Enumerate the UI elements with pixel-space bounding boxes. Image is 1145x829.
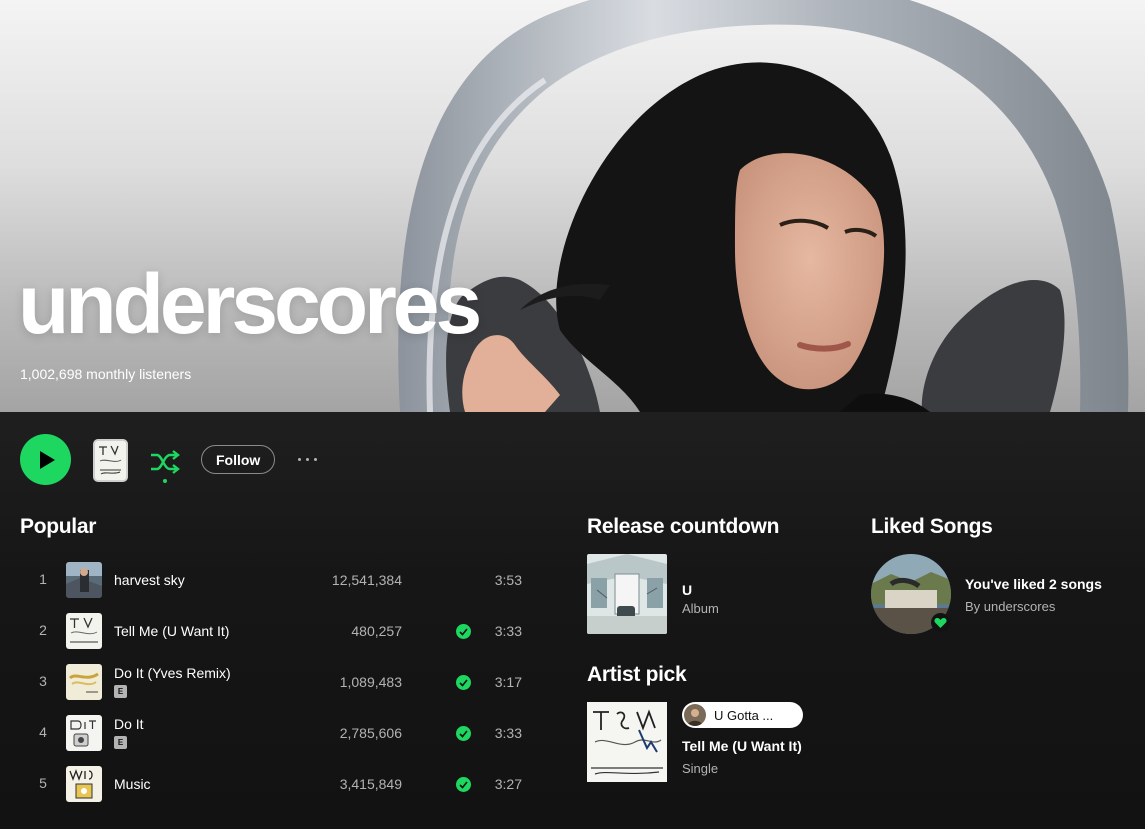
track-row[interactable]: 1 harvest sky 12,541,384 3:53 xyxy=(20,555,540,606)
track-number: 5 xyxy=(39,775,47,791)
release-type: Album xyxy=(682,601,719,616)
track-duration: 3:33 xyxy=(494,623,522,639)
track-number: 4 xyxy=(39,724,47,740)
liked-check-icon[interactable] xyxy=(456,777,471,792)
track-row[interactable]: 5 Music 3,415,849 3:27 xyxy=(20,759,540,810)
track-number: 1 xyxy=(39,571,47,587)
track-cover xyxy=(66,664,102,700)
artist-pick-card[interactable]: U Gotta ... Tell Me (U Want It) Single xyxy=(587,702,847,784)
track-row[interactable]: 2 Tell Me (U Want It) 480,257 3:33 xyxy=(20,606,540,657)
track-play-count: 3,415,849 xyxy=(339,776,402,792)
artist-pick-comment-pill[interactable]: U Gotta ... xyxy=(682,702,803,728)
release-countdown-heading: Release countdown xyxy=(587,515,780,538)
track-duration: 3:53 xyxy=(494,572,522,588)
artist-name-heading: underscores xyxy=(18,257,482,351)
liked-heart-badge xyxy=(931,613,950,632)
track-title[interactable]: Do It xyxy=(114,716,144,732)
artist-hero-banner: underscores 1,002,698 monthly listeners xyxy=(0,0,1145,412)
track-row[interactable]: 4 Do It E 2,785,606 3:33 xyxy=(20,708,540,759)
track-cover xyxy=(66,613,102,649)
preview-cover-art xyxy=(95,441,126,480)
liked-check-icon[interactable] xyxy=(456,624,471,639)
artist-pick-heading: Artist pick xyxy=(587,663,687,686)
release-cover-art xyxy=(587,554,667,634)
shuffle-button[interactable] xyxy=(148,445,182,479)
track-title[interactable]: harvest sky xyxy=(114,572,185,588)
shuffle-icon xyxy=(151,450,180,474)
track-play-count: 2,785,606 xyxy=(339,725,402,741)
track-duration: 3:17 xyxy=(494,674,522,690)
track-cover xyxy=(66,562,102,598)
play-button[interactable] xyxy=(20,434,71,485)
popular-heading: Popular xyxy=(20,515,97,538)
track-play-count: 1,089,483 xyxy=(339,674,402,690)
more-options-icon xyxy=(297,457,301,461)
release-title: U xyxy=(682,582,693,598)
track-play-count: 480,257 xyxy=(351,623,402,639)
monthly-listeners-count: 1,002,698 monthly listeners xyxy=(20,366,192,382)
artist-content: Follow Popular 1 harvest sky 12,541,384 … xyxy=(0,412,1145,829)
track-cover xyxy=(66,715,102,751)
track-play-count: 12,541,384 xyxy=(331,572,402,588)
artist-pick-type: Single xyxy=(682,761,719,776)
track-title[interactable]: Music xyxy=(114,776,151,792)
track-duration: 3:33 xyxy=(494,725,522,741)
artist-pick-cover-art xyxy=(587,702,667,782)
track-cover xyxy=(66,766,102,802)
liked-check-icon[interactable] xyxy=(456,675,471,690)
explicit-badge: E xyxy=(114,736,127,749)
preview-thumbnail-button[interactable] xyxy=(93,439,128,482)
release-countdown-card[interactable]: U Album xyxy=(587,554,847,636)
track-number: 3 xyxy=(39,673,47,689)
artist-avatar xyxy=(684,704,706,726)
artist-pick-comment: U Gotta ... xyxy=(714,707,774,723)
follow-button[interactable]: Follow xyxy=(201,445,276,474)
play-icon xyxy=(40,450,55,469)
artist-pick-title: Tell Me (U Want It) xyxy=(682,738,802,754)
track-row[interactable]: 3 Do It (Yves Remix) E 1,089,483 3:17 xyxy=(20,657,540,708)
liked-songs-card[interactable]: You've liked 2 songs By underscores xyxy=(871,554,1131,636)
liked-songs-by: By underscores xyxy=(965,599,1056,614)
more-options-button[interactable] xyxy=(292,446,322,472)
track-title[interactable]: Tell Me (U Want It) xyxy=(114,623,229,639)
popular-track-list: 1 harvest sky 12,541,384 3:53 2 Tell Me … xyxy=(20,555,540,810)
track-title[interactable]: Do It (Yves Remix) xyxy=(114,665,231,681)
liked-songs-summary: You've liked 2 songs xyxy=(965,576,1102,592)
heart-icon xyxy=(934,617,947,628)
shuffle-active-indicator xyxy=(163,479,167,483)
track-duration: 3:27 xyxy=(494,776,522,792)
track-number: 2 xyxy=(39,622,47,638)
liked-songs-heading: Liked Songs xyxy=(871,515,993,538)
action-bar: Follow xyxy=(20,434,420,486)
explicit-badge: E xyxy=(114,685,127,698)
liked-check-icon[interactable] xyxy=(456,726,471,741)
